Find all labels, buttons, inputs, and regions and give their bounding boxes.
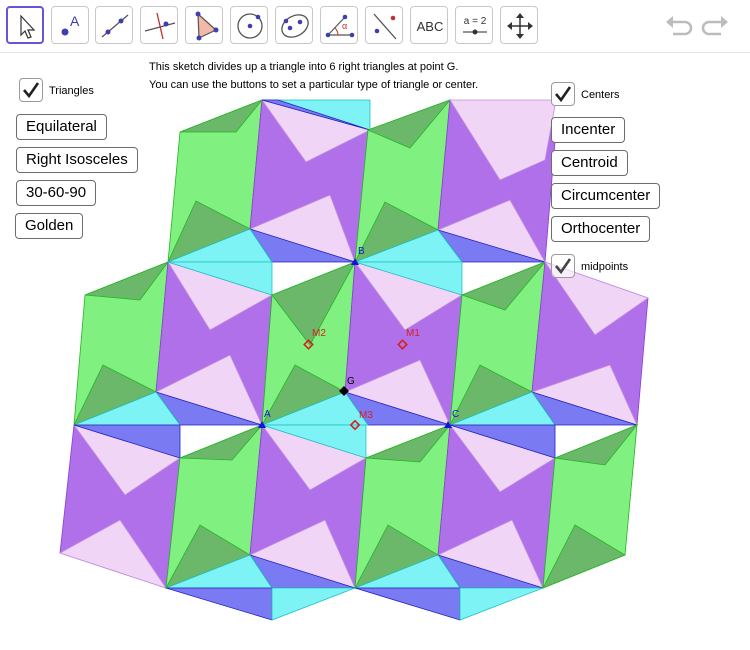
angle-tool-button[interactable]: α [320,6,358,44]
golden-button[interactable]: Golden [15,213,84,239]
perpendicular-tool-button[interactable] [140,6,178,44]
point-c-label: C [452,409,459,420]
geometry-canvas[interactable]: A B C G M1 M2 M3 [0,53,750,650]
redo-icon[interactable] [701,12,731,40]
move-view-icon [507,13,533,39]
ellipse-icon [281,14,309,38]
slider-tool-glyph: a = 2 [464,16,487,27]
centroid-button[interactable]: Centroid [551,150,628,176]
point-g-label: G [347,376,355,387]
polygon-icon [195,11,219,41]
midpoints-checkbox[interactable] [551,254,575,278]
line-icon [101,14,129,38]
centers-checkbox-label: Centers [581,89,620,101]
slider-tool-button[interactable]: a = 2 [455,6,493,44]
line-tool-button[interactable] [95,6,133,44]
angle-tool-glyph: α [342,21,347,31]
ellipse-tool-button[interactable] [275,6,313,44]
text-tool-glyph: ABC [417,19,444,34]
midpoint-m3-label: M3 [359,410,373,421]
midpoint-m2-label: M2 [312,328,326,339]
circle-icon [237,13,263,39]
point-tool-button[interactable]: A [51,6,89,44]
slider-icon: a = 2 [463,16,487,35]
point-a-label: A [264,409,271,420]
centers-checkbox[interactable] [551,82,575,106]
checkmark-icon [23,82,40,99]
move-view-tool-button[interactable] [500,6,538,44]
circle-tool-button[interactable] [230,6,268,44]
midpoint-m1-label: M1 [406,328,420,339]
midpoints-checkbox-label: midpoints [581,261,629,273]
triangles-checkbox[interactable] [19,78,43,102]
triangles-checkbox-label: Triangles [49,85,94,97]
perpendicular-icon [144,12,176,40]
point-tool-glyph: A [70,13,80,29]
move-arrow-icon [20,14,36,39]
point-b-label: B [358,246,365,257]
orthocenter-button[interactable]: Orthocenter [551,216,651,242]
point-icon: A [61,13,80,36]
right-isosceles-button[interactable]: Right Isosceles [16,147,138,173]
reflect-icon [373,13,397,40]
circumcenter-button[interactable]: Circumcenter [551,183,661,209]
move-tool-button[interactable] [6,6,44,44]
undo-icon[interactable] [663,12,693,40]
equilateral-button[interactable]: Equilateral [16,114,107,140]
polygon-tool-button[interactable] [185,6,223,44]
tessellation [59,99,649,621]
description-line-1: This sketch divides up a triangle into 6… [149,61,459,73]
text-tool-button[interactable]: ABC [410,6,448,44]
text-icon: ABC [417,19,444,34]
reflect-tool-button[interactable] [365,6,403,44]
incenter-button[interactable]: Incenter [551,117,626,143]
thirty-sixty-ninety-button[interactable]: 30-60-90 [16,180,97,206]
angle-icon: α [325,14,355,38]
checkmark-icon [555,258,572,275]
checkmark-icon [555,86,572,103]
toolbar: A α ABC a = 2 [0,0,750,53]
description-line-2: You can use the buttons to set a particu… [149,79,479,91]
